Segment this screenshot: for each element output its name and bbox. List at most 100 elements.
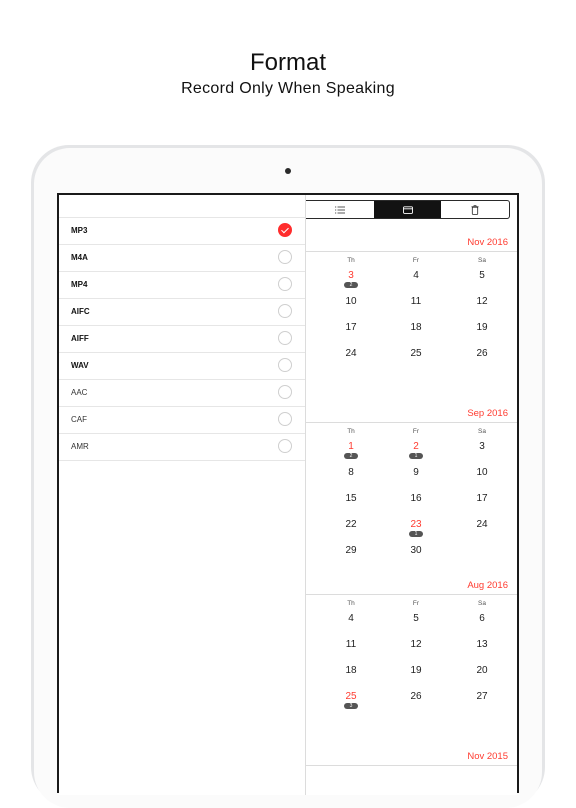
view-mode-segmented-control (306, 200, 510, 219)
calendar-day[interactable]: 12 (401, 639, 431, 650)
format-label: AIFC (71, 307, 90, 316)
calendar-day[interactable]: 4 (336, 613, 366, 624)
recording-count-badge: 2 (344, 453, 358, 459)
calendar-day[interactable]: 19 (401, 665, 431, 676)
calendar-day[interactable]: 11 (401, 296, 431, 307)
calendar-day[interactable]: 18 (401, 322, 431, 333)
radio-unselected-icon[interactable] (278, 439, 292, 453)
list-icon (334, 206, 345, 214)
calendar-day[interactable]: 30 (401, 545, 431, 556)
calendar-day[interactable]: 29 (336, 545, 366, 556)
format-list-panel: MP3 M4A MP4 AIFC AIFF WAV AAC CAF AMR (59, 195, 305, 795)
month-title: Nov 2016 (467, 237, 508, 248)
calendar-day[interactable]: 6 (467, 613, 497, 624)
format-row-aac[interactable]: AAC (59, 380, 305, 407)
camera-dot-icon (285, 168, 291, 174)
calendar-day[interactable]: 13 (467, 639, 497, 650)
format-label: AIFF (71, 334, 89, 343)
calendar-day[interactable]: 11 (336, 639, 366, 650)
radio-unselected-icon[interactable] (278, 304, 292, 318)
calendar-day[interactable]: 24 (336, 348, 366, 359)
format-row-mp4[interactable]: MP4 (59, 272, 305, 299)
calendar-day[interactable]: 17 (336, 322, 366, 333)
calendar-day[interactable]: 23 (401, 519, 431, 530)
radio-unselected-icon[interactable] (278, 385, 292, 399)
calendar-day[interactable]: 22 (336, 519, 366, 530)
weekday-label: Sa (478, 428, 486, 435)
calendar-icon (402, 205, 413, 214)
calendar-day[interactable]: 24 (467, 519, 497, 530)
calendar-day[interactable]: 10 (336, 296, 366, 307)
month-separator (306, 594, 517, 595)
radio-unselected-icon[interactable] (278, 250, 292, 264)
recording-count-badge: 1 (409, 453, 423, 459)
calendar-day[interactable]: 12 (467, 296, 497, 307)
calendar-view-segment[interactable] (373, 201, 442, 218)
format-list-header (59, 195, 305, 218)
calendar-day[interactable]: 17 (467, 493, 497, 504)
radio-unselected-icon[interactable] (278, 331, 292, 345)
month-separator (306, 422, 517, 423)
format-label: AMR (71, 442, 89, 451)
month-title: Nov 2015 (467, 751, 508, 762)
app-screen: MP3 M4A MP4 AIFC AIFF WAV AAC CAF AMR Nov 2016 Th… (59, 195, 517, 795)
calendar-panel: Nov 2016 Th Fr Sa 3 2 4 5 10 11 12 17 18 19 24 25 26 Sep … (306, 195, 517, 795)
calendar-day[interactable]: 19 (467, 322, 497, 333)
hero-title: Format (249, 49, 326, 76)
radio-unselected-icon[interactable] (278, 358, 292, 372)
weekday-label: Sa (478, 600, 486, 607)
calendar-day[interactable]: 16 (401, 493, 431, 504)
month-separator (306, 765, 517, 766)
format-row-amr[interactable]: AMR (59, 434, 305, 461)
format-row-caf[interactable]: CAF (59, 407, 305, 434)
format-label: AAC (71, 388, 88, 397)
weekday-label: Sa (478, 257, 486, 264)
format-label: MP3 (71, 226, 88, 235)
trash-icon (471, 204, 479, 215)
hero-subtitle: Record Only When Speaking (181, 80, 395, 97)
calendar-day[interactable]: 18 (336, 665, 366, 676)
weekday-label: Th (347, 428, 355, 435)
format-label: CAF (71, 415, 87, 424)
calendar-day[interactable]: 20 (467, 665, 497, 676)
format-list: MP3 M4A MP4 AIFC AIFF WAV AAC CAF AMR (59, 218, 305, 461)
calendar-day[interactable]: 27 (467, 691, 497, 702)
weekday-label: Fr (412, 600, 420, 607)
format-label: WAV (71, 361, 89, 370)
calendar-day[interactable]: 10 (467, 467, 497, 478)
radio-unselected-icon[interactable] (278, 277, 292, 291)
calendar-day[interactable]: 9 (401, 467, 431, 478)
month-separator (306, 251, 517, 252)
format-row-mp3[interactable]: MP3 (59, 218, 305, 245)
calendar-day[interactable]: 25 (401, 348, 431, 359)
calendar-day[interactable]: 26 (401, 691, 431, 702)
calendar-day[interactable]: 8 (336, 467, 366, 478)
calendar-day[interactable]: 26 (467, 348, 497, 359)
calendar-day[interactable]: 4 (401, 270, 431, 281)
weekday-label: Fr (412, 428, 420, 435)
trash-segment[interactable] (441, 201, 509, 218)
weekday-label: Th (347, 257, 355, 264)
calendar-day[interactable]: 3 (336, 270, 366, 281)
radio-unselected-icon[interactable] (278, 412, 292, 426)
list-view-segment[interactable] (306, 201, 374, 218)
month-title: Sep 2016 (467, 408, 508, 419)
calendar-day[interactable]: 1 (336, 441, 366, 452)
calendar-day[interactable]: 2 (401, 441, 431, 452)
calendar-day[interactable]: 25 (336, 691, 366, 702)
calendar-day[interactable]: 5 (467, 270, 497, 281)
format-label: MP4 (71, 280, 88, 289)
format-row-aifc[interactable]: AIFC (59, 299, 305, 326)
format-row-aiff[interactable]: AIFF (59, 326, 305, 353)
format-row-m4a[interactable]: M4A (59, 245, 305, 272)
checkmark-selected-icon[interactable] (278, 223, 292, 237)
calendar-day[interactable]: 15 (336, 493, 366, 504)
weekday-label: Fr (412, 257, 420, 264)
weekday-label: Th (347, 600, 355, 607)
calendar-day[interactable]: 3 (467, 441, 497, 452)
recording-count-badge: 1 (409, 531, 423, 537)
format-row-wav[interactable]: WAV (59, 353, 305, 380)
calendar-day[interactable]: 5 (401, 613, 431, 624)
format-label: M4A (71, 253, 88, 262)
recording-count-badge: 3 (344, 703, 358, 709)
